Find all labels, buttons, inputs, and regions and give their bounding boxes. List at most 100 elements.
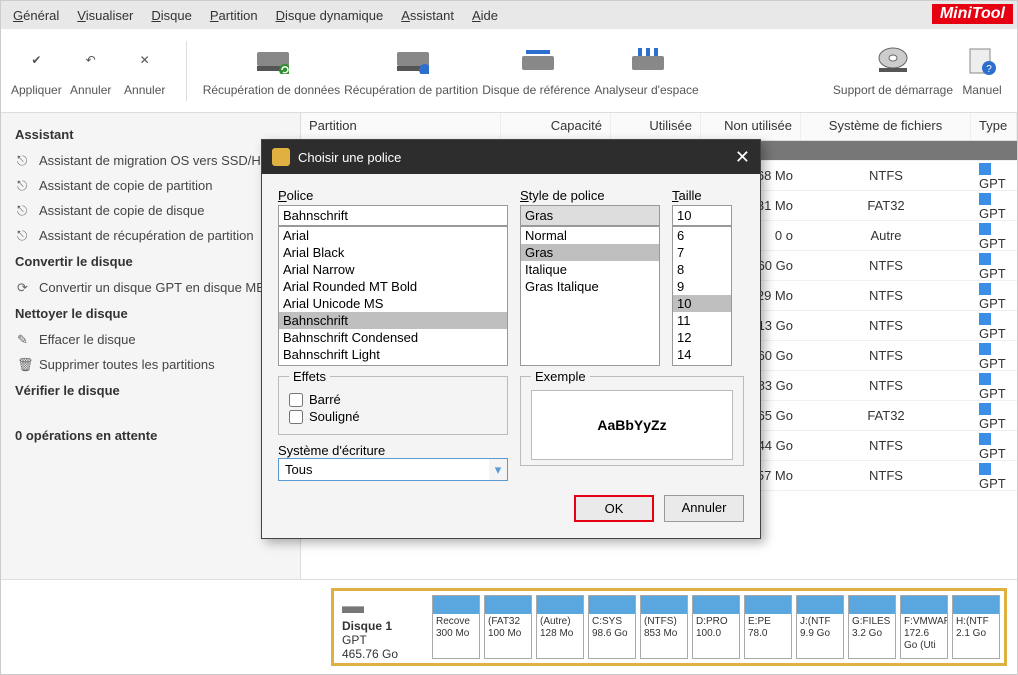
sidebar-item[interactable]: ⎋Assistant de copie de partition (1, 173, 300, 198)
list-item[interactable]: 16 (673, 363, 731, 366)
partition-block[interactable]: (Autre)128 Mo (536, 595, 584, 659)
list-item[interactable]: 12 (673, 329, 731, 346)
ok-button[interactable]: OK (574, 495, 654, 522)
th-type[interactable]: Type (971, 113, 1017, 140)
th-capacity[interactable]: Capacité (501, 113, 611, 140)
partition-block[interactable]: (FAT32100 Mo (484, 595, 532, 659)
writing-system-input[interactable] (279, 459, 489, 480)
list-item[interactable]: Arial Unicode MS (279, 295, 507, 312)
partition-recovery-button[interactable]: Récupération de partition (344, 43, 478, 99)
list-item[interactable]: 11 (673, 312, 731, 329)
color-swatch (979, 193, 991, 205)
color-swatch (979, 163, 991, 175)
menu-visualiser[interactable]: Visualiser (77, 8, 133, 23)
strikeout-checkbox[interactable]: Barré (289, 392, 497, 407)
list-item[interactable]: 9 (673, 278, 731, 295)
partition-block[interactable]: J:(NTF9.9 Go (796, 595, 844, 659)
font-list[interactable]: ArialArial BlackArial NarrowArial Rounde… (278, 226, 508, 366)
undo-icon: ↶ (73, 43, 109, 79)
partition-block[interactable]: D:PRO100.0 (692, 595, 740, 659)
undo-button[interactable]: ↶Annuler (66, 43, 116, 99)
th-used[interactable]: Utilisée (611, 113, 701, 140)
effects-group: Effets Barré Souligné (278, 376, 508, 435)
sidebar-item[interactable]: ✎Effacer le disque (1, 327, 300, 352)
partition-block[interactable]: Recove300 Mo (432, 595, 480, 659)
list-item[interactable]: Normal (521, 227, 659, 244)
style-input[interactable] (520, 205, 660, 226)
partition-block[interactable]: (NTFS)853 Mo (640, 595, 688, 659)
menu-disque[interactable]: Disque (151, 8, 191, 23)
boot-media-button[interactable]: Support de démarrage (833, 43, 953, 99)
partition-block[interactable]: F:VMWARE(172.6 Go (Uti (900, 595, 948, 659)
th-partition[interactable]: Partition (301, 113, 501, 140)
underline-checkbox[interactable]: Souligné (289, 409, 497, 424)
sidebar-item[interactable]: ⎋Assistant de migration OS vers SSD/HD (1, 148, 300, 173)
writing-system-combo[interactable]: ▾ (278, 458, 508, 481)
benchmark-button[interactable]: Disque de référence (482, 43, 590, 99)
disk-map[interactable]: ▬ Disque 1 GPT 465.76 Go Recove300 Mo(FA… (331, 588, 1007, 666)
toolbar: ✔Appliquer ↶Annuler ✕Annuler Récupératio… (1, 29, 1017, 113)
drive-benchmark-icon (518, 43, 554, 79)
menu-general[interactable]: Général (13, 8, 59, 23)
convert-heading: Convertir le disque (1, 248, 300, 275)
list-item[interactable]: 8 (673, 261, 731, 278)
font-dialog: Choisir une police ✕ Police ArialArial B… (261, 139, 761, 539)
cancel-button[interactable]: ✕Annuler (120, 43, 170, 99)
menu-aide[interactable]: Aide (472, 8, 498, 23)
tool-icon: 🗑 (17, 357, 34, 373)
partition-block[interactable]: E:PE78.0 (744, 595, 792, 659)
list-item[interactable]: Arial Narrow (279, 261, 507, 278)
drive-analyze-icon (628, 43, 664, 79)
list-item[interactable]: Italique (521, 261, 659, 278)
color-swatch (979, 373, 991, 385)
list-item[interactable]: Gras Italique (521, 278, 659, 295)
list-item[interactable]: 7 (673, 244, 731, 261)
partition-block[interactable]: G:FILES3.2 Go (848, 595, 896, 659)
list-item[interactable]: Bahnschrift Condensed (279, 329, 507, 346)
drive-refresh-icon (253, 43, 289, 79)
list-item[interactable]: Arial (279, 227, 507, 244)
dialog-icon (272, 148, 290, 166)
color-swatch (979, 463, 991, 475)
menu-partition[interactable]: Partition (210, 8, 258, 23)
cancel-dialog-button[interactable]: Annuler (664, 495, 744, 522)
list-item[interactable]: 10 (673, 295, 731, 312)
list-item[interactable]: Bahnschrift (279, 312, 507, 329)
sidebar-item[interactable]: ⎋Assistant de copie de disque (1, 198, 300, 223)
font-input[interactable] (278, 205, 508, 226)
chevron-down-icon[interactable]: ▾ (489, 459, 507, 480)
sidebar-item[interactable]: ⟳Convertir un disque GPT en disque MBR (1, 275, 300, 300)
clean-heading: Nettoyer le disque (1, 300, 300, 327)
size-list[interactable]: 67891011121416 (672, 226, 732, 366)
convert-icon: ⟳ (17, 280, 28, 296)
space-analyzer-button[interactable]: Analyseur d'espace (594, 43, 698, 99)
list-item[interactable]: Arial Black (279, 244, 507, 261)
pending-ops: 0 opérations en attente (1, 422, 300, 449)
dialog-title-text: Choisir une police (298, 150, 401, 165)
manual-button[interactable]: ?Manuel (957, 43, 1007, 99)
partition-block[interactable]: H:(NTF2.1 Go (952, 595, 1000, 659)
list-item[interactable]: Gras (521, 244, 659, 261)
th-filesystem[interactable]: Système de fichiers (801, 113, 971, 140)
menu-disque-dynamique[interactable]: Disque dynamique (276, 8, 384, 23)
close-icon[interactable]: ✕ (735, 147, 750, 168)
color-swatch (979, 313, 991, 325)
partition-block[interactable]: C:SYS98.6 Go (588, 595, 636, 659)
data-recovery-button[interactable]: Récupération de données (203, 43, 340, 99)
list-item[interactable]: Bahnschrift Light Condensed (279, 363, 507, 366)
sidebar-item[interactable]: ⎋Assistant de récupération de partition (1, 223, 300, 248)
list-item[interactable]: Arial Rounded MT Bold (279, 278, 507, 295)
dialog-titlebar[interactable]: Choisir une police ✕ (262, 140, 760, 174)
style-list[interactable]: NormalGrasItaliqueGras Italique (520, 226, 660, 366)
list-item[interactable]: 14 (673, 346, 731, 363)
apply-button[interactable]: ✔Appliquer (11, 43, 62, 99)
size-input[interactable] (672, 205, 732, 226)
verify-heading: Vérifier le disque (1, 377, 300, 404)
list-item[interactable]: 6 (673, 227, 731, 244)
color-swatch (979, 223, 991, 235)
th-unused[interactable]: Non utilisée (701, 113, 801, 140)
menu-assistant[interactable]: Assistant (401, 8, 454, 23)
list-item[interactable]: Bahnschrift Light (279, 346, 507, 363)
check-icon: ✔ (18, 43, 54, 79)
sidebar-item[interactable]: 🗑Supprimer toutes les partitions (1, 352, 300, 377)
